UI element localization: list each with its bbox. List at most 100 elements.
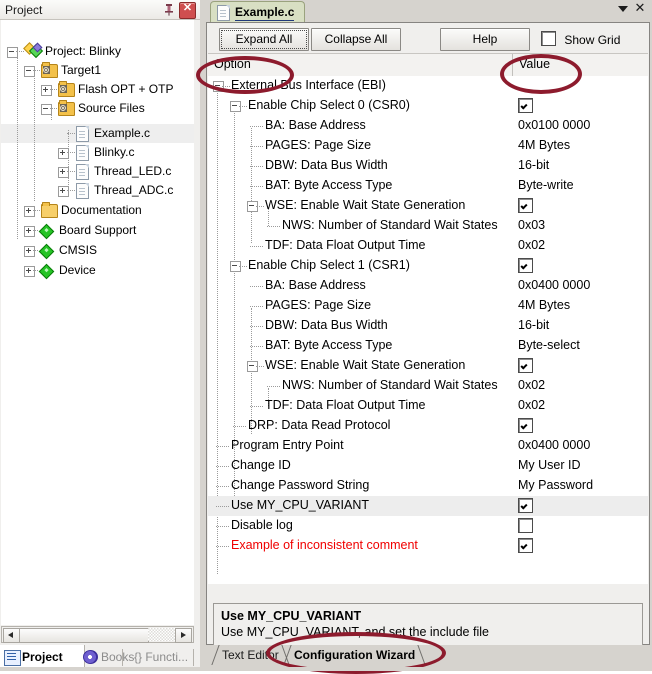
config-row-value[interactable]: 16-bit xyxy=(518,318,549,332)
tree-item-label: Thread_ADC.c xyxy=(94,183,174,197)
scroll-right-icon[interactable] xyxy=(175,628,192,643)
editor-panel: Example.c ✕ Expand All Collapse All Help… xyxy=(203,0,652,671)
close-icon[interactable]: ✕ xyxy=(179,2,196,19)
config-row[interactable]: BAT: Byte Access Type Byte-select xyxy=(208,336,648,356)
config-row-value[interactable]: 0x02 xyxy=(518,238,545,252)
config-row[interactable]: Enable Chip Select 1 (CSR1) xyxy=(208,256,648,276)
checkbox-icon[interactable] xyxy=(518,98,533,113)
c-file-icon xyxy=(217,5,230,21)
configuration-wizard-view: Expand All Collapse All Help Show Grid O… xyxy=(206,22,650,651)
document-tab-example-c[interactable]: Example.c xyxy=(210,1,306,23)
collapse-expander-icon[interactable] xyxy=(24,66,35,77)
config-row-value[interactable]: 4M Bytes xyxy=(518,298,570,312)
expand-expander-icon[interactable] xyxy=(24,206,35,217)
show-grid-checkbox[interactable]: Show Grid xyxy=(541,31,620,47)
config-row[interactable]: NWS: Number of Standard Wait States 0x02 xyxy=(208,376,648,396)
option-column-header[interactable]: Option xyxy=(214,57,251,71)
config-row[interactable]: Program Entry Point 0x0400 0000 xyxy=(208,436,648,456)
project-tree[interactable]: Project: Blinky Target1 Flash OPT + OTP xyxy=(1,20,194,625)
config-row[interactable]: NWS: Number of Standard Wait States 0x03 xyxy=(208,216,648,236)
config-row-value[interactable]: 0x02 xyxy=(518,378,545,392)
tree-line xyxy=(216,526,229,527)
config-row-value[interactable]: My Password xyxy=(518,478,593,492)
configuration-tree[interactable]: External Bus Interface (EBI) Enable Chip… xyxy=(208,76,648,584)
config-row-value[interactable]: 0x02 xyxy=(518,398,545,412)
checkbox-icon[interactable] xyxy=(518,498,533,513)
tab-configuration-wizard[interactable]: Configuration Wizard xyxy=(275,645,434,665)
expand-all-button[interactable]: Expand All xyxy=(219,28,309,51)
books-tab-icon xyxy=(83,650,98,664)
component-icon xyxy=(38,223,55,240)
application-window: Project ✕ Project: Blinky Target1 Flash … xyxy=(0,0,652,674)
config-row-value[interactable]: Byte-select xyxy=(518,338,580,352)
config-row[interactable]: BAT: Byte Access Type Byte-write xyxy=(208,176,648,196)
config-row-option: Disable log xyxy=(231,518,293,532)
document-tab-label: Example.c xyxy=(235,5,295,21)
tree-item-label: Example.c xyxy=(94,126,151,140)
config-row[interactable]: DRP: Data Read Protocol xyxy=(208,416,648,436)
checkbox-icon[interactable] xyxy=(518,258,533,273)
tree-line xyxy=(216,506,229,507)
config-row[interactable]: Disable log xyxy=(208,516,648,536)
config-row[interactable]: DBW: Data Bus Width 16-bit xyxy=(208,156,648,176)
config-row[interactable]: BA: Base Address 0x0100 0000 xyxy=(208,116,648,136)
config-row[interactable]: WSE: Enable Wait State Generation xyxy=(208,356,648,376)
close-icon[interactable]: ✕ xyxy=(633,1,647,15)
config-row-value[interactable]: 0x0400 0000 xyxy=(518,438,590,452)
collapse-all-button[interactable]: Collapse All xyxy=(311,28,401,51)
config-row[interactable]: TDF: Data Float Output Time 0x02 xyxy=(208,396,648,416)
scrollbar-trough[interactable] xyxy=(148,628,175,641)
config-row[interactable]: TDF: Data Float Output Time 0x02 xyxy=(208,236,648,256)
config-row[interactable]: Enable Chip Select 0 (CSR0) xyxy=(208,96,648,116)
pin-icon[interactable] xyxy=(163,3,175,16)
scrollbar-thumb[interactable] xyxy=(19,628,149,643)
value-column-header[interactable]: Value xyxy=(519,57,550,71)
config-row-use-my-cpu-variant[interactable]: Use MY_CPU_VARIANT xyxy=(208,496,648,516)
checkbox-icon[interactable] xyxy=(518,518,533,533)
tree-line xyxy=(50,108,57,109)
tree-line xyxy=(250,126,263,127)
checkbox-icon[interactable] xyxy=(518,198,533,213)
tree-line xyxy=(222,86,230,87)
config-row[interactable]: PAGES: Page Size 4M Bytes xyxy=(208,296,648,316)
config-row[interactable]: External Bus Interface (EBI) xyxy=(208,76,648,96)
checkbox-icon[interactable] xyxy=(518,358,533,373)
checkbox-icon[interactable] xyxy=(518,418,533,433)
config-row-value[interactable]: Byte-write xyxy=(518,178,574,192)
config-row-value[interactable]: 16-bit xyxy=(518,158,549,172)
config-row-value[interactable]: 0x0400 0000 xyxy=(518,278,590,292)
expand-expander-icon[interactable] xyxy=(58,167,69,178)
config-row[interactable]: Change ID My User ID xyxy=(208,456,648,476)
tree-line xyxy=(250,146,263,147)
config-row[interactable]: PAGES: Page Size 4M Bytes xyxy=(208,136,648,156)
config-row[interactable]: WSE: Enable Wait State Generation xyxy=(208,196,648,216)
project-horizontal-scrollbar[interactable] xyxy=(1,626,194,643)
config-row[interactable]: DBW: Data Bus Width 16-bit xyxy=(208,316,648,336)
checkbox-icon[interactable] xyxy=(541,31,556,46)
collapse-expander-icon[interactable] xyxy=(41,104,52,115)
config-row-option: BA: Base Address xyxy=(265,278,366,292)
expand-expander-icon[interactable] xyxy=(24,226,35,237)
config-row[interactable]: BA: Base Address 0x0400 0000 xyxy=(208,276,648,296)
expand-expander-icon[interactable] xyxy=(24,246,35,257)
expand-expander-icon[interactable] xyxy=(41,85,52,96)
chevron-down-icon[interactable] xyxy=(618,6,628,12)
editor-tabstrip: Example.c ✕ xyxy=(204,0,652,23)
config-row[interactable]: Change Password String My Password xyxy=(208,476,648,496)
config-row[interactable]: Example of inconsistent comment xyxy=(208,536,648,556)
expand-expander-icon[interactable] xyxy=(24,266,35,277)
scroll-left-icon[interactable] xyxy=(3,628,20,643)
column-divider[interactable] xyxy=(512,54,513,76)
config-row-value[interactable]: 4M Bytes xyxy=(518,138,570,152)
folder-target-icon xyxy=(58,81,75,97)
component-icon xyxy=(38,243,55,260)
collapse-expander-icon[interactable] xyxy=(7,47,18,58)
config-row-value[interactable]: 0x0100 0000 xyxy=(518,118,590,132)
expand-expander-icon[interactable] xyxy=(58,186,69,197)
checkbox-icon[interactable] xyxy=(518,538,533,553)
help-button[interactable]: Help xyxy=(440,28,530,51)
tree-line xyxy=(50,89,57,90)
config-row-value[interactable]: My User ID xyxy=(518,458,581,472)
config-row-value[interactable]: 0x03 xyxy=(518,218,545,232)
expand-expander-icon[interactable] xyxy=(58,148,69,159)
